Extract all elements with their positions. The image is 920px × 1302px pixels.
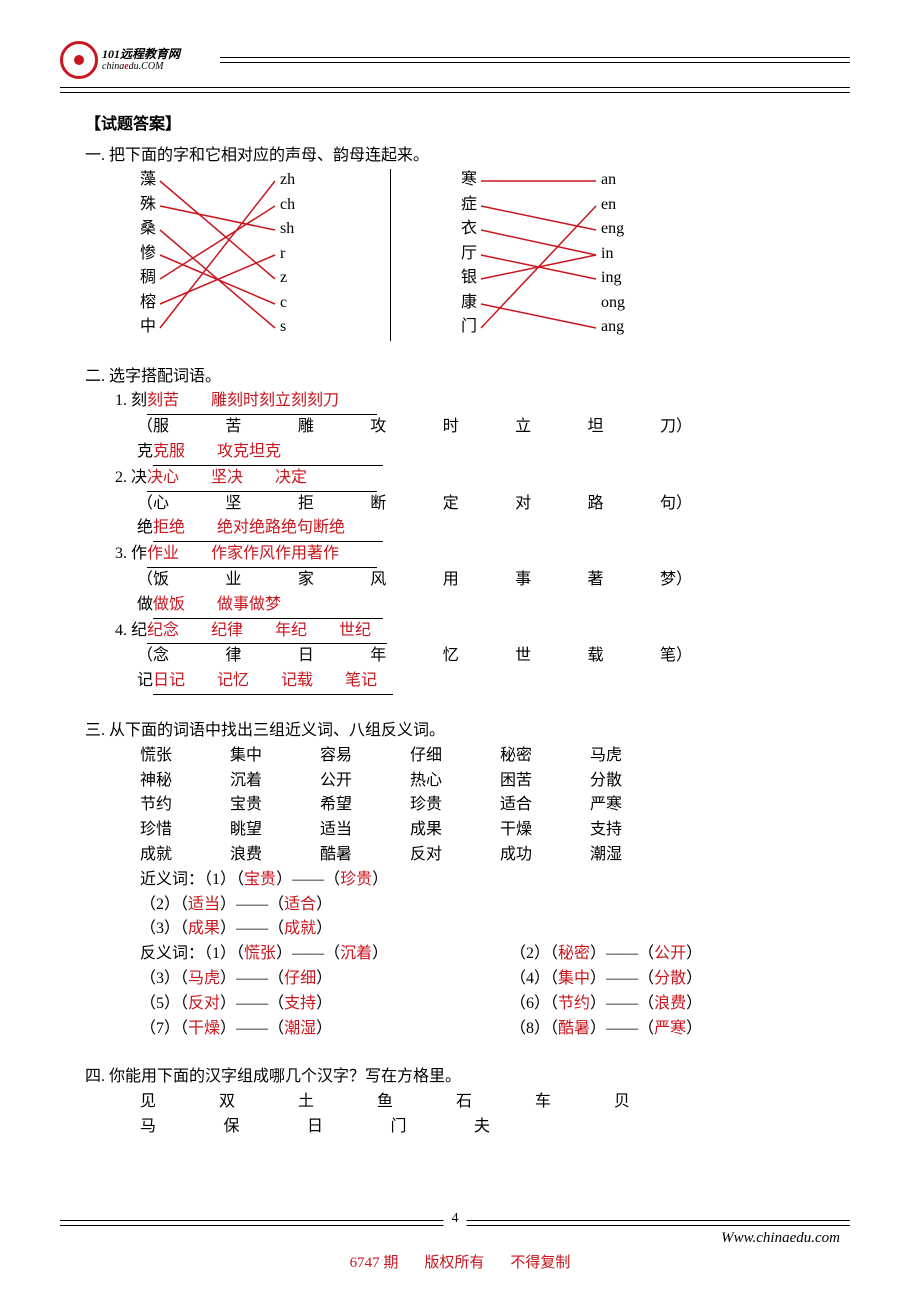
q4-char: 双: [219, 1090, 235, 1115]
q3-word: 适当: [320, 818, 410, 843]
q1-lines-left: [140, 169, 390, 341]
q3-ant-row3: （5）（反对）——（支持） （6）（节约）——（浪费）: [140, 992, 840, 1017]
q2-head: 二. 选字搭配词语。: [85, 365, 840, 390]
q4-char: 贝: [614, 1090, 630, 1115]
footer-rule: 4: [60, 1220, 850, 1226]
logo-icon: [60, 41, 98, 79]
header-rule: [220, 57, 850, 63]
q3-word: 成果: [410, 818, 500, 843]
q4-char: 车: [535, 1090, 551, 1115]
q3-ant-row4: （7）（干燥）——（潮湿） （8）（酷暑）——（严寒）: [140, 1017, 840, 1042]
q3-word: 浪费: [230, 843, 320, 868]
q3-word: 潮湿: [590, 843, 680, 868]
q2-options: （服苦雕攻时立坦刀）: [85, 415, 840, 440]
q4-char: 夫: [474, 1115, 490, 1140]
logo: 101远程教育网 chinaedu.COM: [60, 40, 210, 80]
q2-line-b: 绝 拒绝 绝对绝路绝句断绝: [85, 516, 840, 542]
q4-row2: 马保日门夫: [140, 1115, 840, 1140]
q2-line-b: 做 做饭 做事做梦: [85, 593, 840, 619]
page-number: 4: [444, 1211, 467, 1227]
footer-copyright: 6747 期版权所有不得复制: [0, 1247, 920, 1272]
q3-word: 成功: [500, 843, 590, 868]
q1-lines-right: [461, 169, 721, 341]
q1-matching: 藻殊桑惨稠榕中 zhchshrzcs 寒症衣厅银康门 anenenginingo…: [85, 169, 840, 341]
q3-ant-row1: 反义词：（1）（慌张）——（沉着） （2）（秘密）——（公开）: [140, 942, 840, 967]
q4-char: 石: [456, 1090, 472, 1115]
q2-options: （饭业家风用事著梦）: [85, 568, 840, 593]
q3-word: 成就: [140, 843, 230, 868]
header-rule-full: [60, 87, 850, 93]
q2-line-b: 记 日记 记忆 记载 笔记: [85, 669, 840, 695]
q4-char: 日: [307, 1115, 323, 1140]
q3-word: 支持: [590, 818, 680, 843]
q3-word: 秘密: [500, 744, 590, 769]
q4-char: 门: [390, 1115, 406, 1140]
q3-syn-row1: 近义词：（1）（宝贵）——（珍贵）: [140, 868, 840, 893]
q3-word: 珍惜: [140, 818, 230, 843]
q4-row1: 见双土鱼石车贝: [140, 1090, 840, 1115]
q2-line-a: 1. 刻 刻苦 雕刻时刻立刻刻刀: [85, 389, 840, 415]
q2-options: （心坚拒断定对路句）: [85, 492, 840, 517]
answers-title: 【试题答案】: [85, 113, 840, 138]
q3-word: 反对: [410, 843, 500, 868]
q3-word: 眺望: [230, 818, 320, 843]
q1-head: 一. 把下面的字和它相对应的声母、韵母连起来。: [85, 144, 840, 169]
q3-word: 节约: [140, 793, 230, 818]
q3-word: 困苦: [500, 769, 590, 794]
q3-syn-row2: （2）（适当）——（适合）: [140, 893, 840, 918]
q4-char: 保: [223, 1115, 239, 1140]
q3-word: 神秘: [140, 769, 230, 794]
q3-word: 慌张: [140, 744, 230, 769]
q3-word: 宝贵: [230, 793, 320, 818]
q3-syn-row3: （3）（成果）——（成就）: [140, 917, 840, 942]
q3-word: 沉着: [230, 769, 320, 794]
q3-word: 马虎: [590, 744, 680, 769]
q3-word: 适合: [500, 793, 590, 818]
q2-line-a: 4. 纪 纪念 纪律 年纪 世纪: [85, 619, 840, 645]
q3-word: 公开: [320, 769, 410, 794]
q3-word-grid: 慌张集中容易仔细秘密马虎神秘沉着公开热心困苦分散节约宝贵希望珍贵适合严寒珍惜眺望…: [85, 744, 840, 868]
q3-head: 三. 从下面的词语中找出三组近义词、八组反义词。: [85, 719, 840, 744]
logo-brand: 101远程教育网: [102, 48, 180, 61]
q4-char: 土: [298, 1090, 314, 1115]
q4-char: 见: [140, 1090, 156, 1115]
q3-word: 珍贵: [410, 793, 500, 818]
q3-word: 酷暑: [320, 843, 410, 868]
q3-word: 干燥: [500, 818, 590, 843]
q3-word: 仔细: [410, 744, 500, 769]
q3-word: 分散: [590, 769, 680, 794]
q1-group-right: 寒症衣厅银康门 anenenginingongang: [461, 169, 721, 341]
q3-ant-row2: （3）（马虎）——（仔细） （4）（集中）——（分散）: [140, 967, 840, 992]
q4-head: 四. 你能用下面的汉字组成哪几个汉字？写在方格里。: [85, 1065, 840, 1090]
q3-word: 严寒: [590, 793, 680, 818]
q3-word: 希望: [320, 793, 410, 818]
q3-word: 集中: [230, 744, 320, 769]
q2-options: （念律日年忆世载笔）: [85, 644, 840, 669]
q3-word: 热心: [410, 769, 500, 794]
q2-line-a: 3. 作 作业 作家作风作用著作: [85, 542, 840, 568]
q4-char: 鱼: [377, 1090, 393, 1115]
footer-url: Www.chinaedu.com: [0, 1226, 920, 1247]
logo-domain: chinaedu.COM: [102, 61, 180, 72]
q2-line-a: 2. 决 决心 坚决 决定: [85, 466, 840, 492]
q4-char: 马: [140, 1115, 156, 1140]
q1-group-left: 藻殊桑惨稠榕中 zhchshrzcs: [140, 169, 391, 341]
q2-line-b: 克 克服 攻克坦克: [85, 440, 840, 466]
q3-word: 容易: [320, 744, 410, 769]
